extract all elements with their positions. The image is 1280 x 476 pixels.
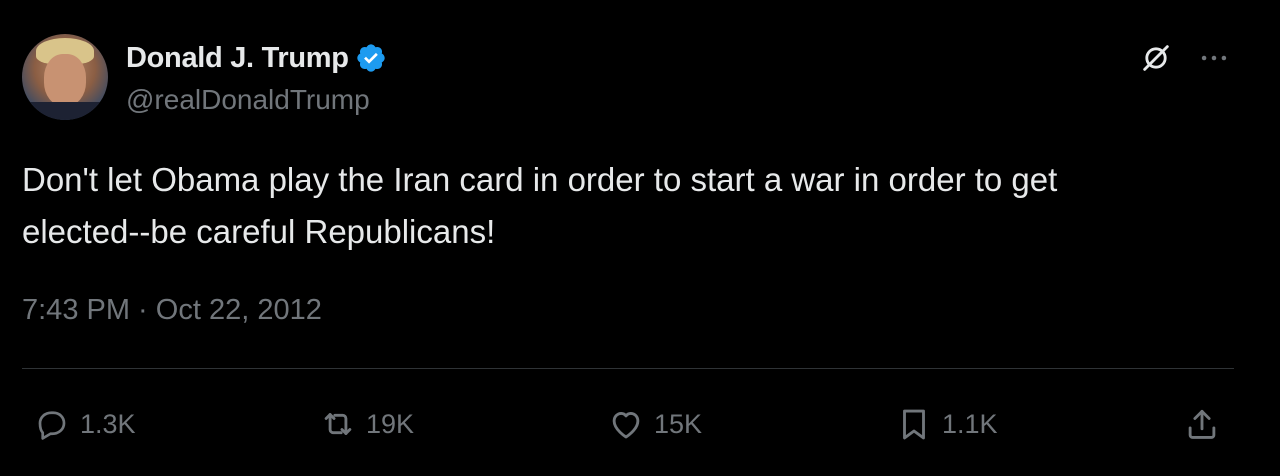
bookmark-button[interactable]: 1.1K — [892, 396, 998, 452]
retweet-button[interactable]: 19K — [316, 396, 414, 452]
more-dots-icon[interactable] — [1194, 38, 1234, 78]
avatar[interactable] — [22, 34, 108, 120]
reply-icon — [30, 402, 74, 446]
tweet-card: Donald J. Trump @realDonaldTrump Don't l… — [0, 0, 1280, 476]
author-name-row: Donald J. Trump — [126, 40, 387, 76]
grok-icon[interactable] — [1136, 38, 1176, 78]
retweet-count: 19K — [366, 408, 415, 439]
author-display-name[interactable]: Donald J. Trump — [126, 42, 349, 75]
reply-count: 1.3K — [80, 408, 136, 439]
retweet-icon — [316, 402, 360, 446]
divider — [22, 368, 1234, 369]
heart-icon — [604, 402, 648, 446]
action-bar: 1.3K 19K 15K 1.1K — [0, 396, 1280, 452]
bookmark-count: 1.1K — [942, 408, 998, 439]
share-icon — [1180, 402, 1224, 446]
avatar-face — [44, 54, 86, 106]
reply-button[interactable]: 1.3K — [30, 396, 136, 452]
tweet-timestamp[interactable]: 7:43 PM · Oct 22, 2012 — [22, 294, 322, 327]
verified-badge-icon[interactable] — [355, 42, 387, 74]
author-handle[interactable]: @realDonaldTrump — [126, 84, 370, 116]
tweet-text: Don't let Obama play the Iran card in or… — [22, 161, 1058, 250]
bookmark-icon — [892, 402, 936, 446]
like-button[interactable]: 15K — [604, 396, 702, 452]
avatar-suit — [22, 102, 108, 120]
like-count: 15K — [654, 408, 703, 439]
share-button[interactable] — [1180, 396, 1224, 452]
